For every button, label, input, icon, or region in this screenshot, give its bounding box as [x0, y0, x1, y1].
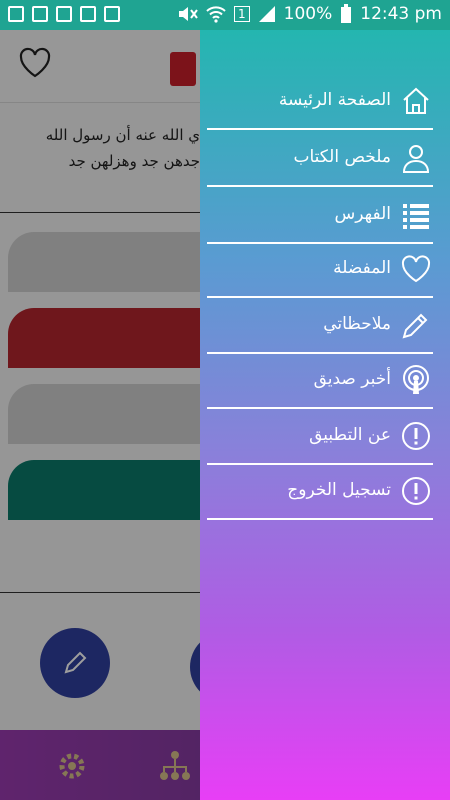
download-icon	[56, 6, 72, 22]
exit-info-icon	[401, 476, 431, 506]
menu-item-logout[interactable]: تسجيل الخروج	[207, 466, 433, 520]
menu-item-label: المفضلة	[333, 258, 391, 278]
battery-percent: 100%	[283, 4, 333, 24]
menu-item-my-notes[interactable]: ملاحظاتي	[207, 300, 433, 354]
menu-item-home[interactable]: الصفحة الرئيسة	[207, 76, 433, 130]
menu-item-about-app[interactable]: عن التطبيق	[207, 411, 433, 465]
heart-icon	[401, 254, 431, 284]
mute-icon	[179, 7, 198, 21]
menu-item-label: أخبر صديق	[313, 369, 391, 389]
pencil-icon	[401, 310, 431, 340]
status-bar: 1 100% 12:43 pm	[0, 0, 450, 30]
menu-item-label: تسجيل الخروج	[287, 480, 391, 500]
menu-item-label: ملاحظاتي	[323, 314, 391, 334]
menu-item-label: ملخص الكتاب	[293, 147, 391, 167]
app-notification-icon	[104, 6, 120, 22]
drawer-scrim[interactable]	[0, 30, 200, 800]
battery-icon	[341, 4, 352, 23]
gallery-icon	[32, 6, 48, 22]
menu-item-index[interactable]: الفهرس	[207, 190, 433, 244]
menu-item-label: عن التطبيق	[309, 425, 391, 445]
home-icon	[401, 86, 431, 116]
navigation-drawer: الصفحة الرئيسة ملخص الكتاب الفهرس المفضل…	[200, 30, 450, 800]
menu-item-book-summary[interactable]: ملخص الكتاب	[207, 133, 433, 187]
wifi-icon	[206, 6, 226, 23]
broadcast-icon	[401, 365, 431, 395]
menu-item-tell-friend[interactable]: أخبر صديق	[207, 355, 433, 409]
list-icon	[401, 200, 431, 230]
menu-item-label: الصفحة الرئيسة	[278, 90, 391, 110]
signal-icon	[258, 6, 275, 22]
facebook-icon	[8, 6, 24, 22]
clock: 12:43 pm	[360, 4, 442, 24]
menu-item-favorites[interactable]: المفضلة	[207, 244, 433, 298]
info-icon	[401, 421, 431, 451]
menu-item-label: الفهرس	[334, 204, 391, 224]
user-icon	[401, 143, 431, 173]
image-icon	[80, 6, 96, 22]
sim-indicator: 1	[234, 6, 250, 22]
